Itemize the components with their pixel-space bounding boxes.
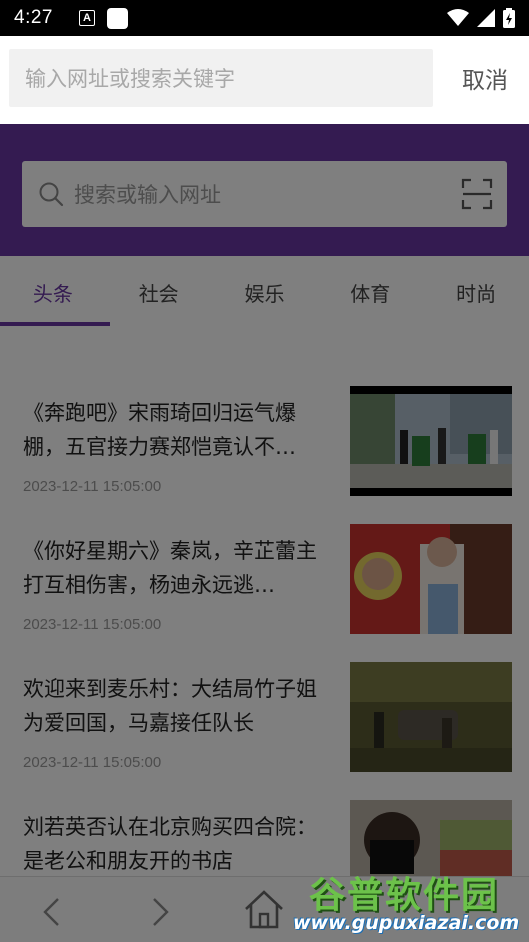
notification-a-icon: A	[78, 10, 95, 26]
status-time: 4:27	[14, 7, 53, 28]
cancel-button[interactable]: 取消	[450, 49, 520, 107]
status-bar: 4:27 A	[0, 0, 529, 36]
wifi-icon	[447, 9, 469, 26]
search-overlay-bar: 输入网址或搜索关键字 取消	[0, 36, 529, 124]
cellular-signal-icon	[477, 9, 495, 27]
watermark-title: 谷普软件园	[309, 875, 500, 916]
notification-square-icon	[106, 7, 128, 29]
url-search-input[interactable]: 输入网址或搜索关键字	[9, 49, 433, 107]
modal-backdrop[interactable]	[0, 124, 529, 942]
browser-screen: 4:27 A 搜索或输入网址 头条 社会	[0, 0, 529, 942]
battery-icon	[503, 8, 515, 28]
watermark-url: www.gupuxiazai.com	[293, 912, 520, 934]
site-watermark-logo: 谷普软件园 www.gupuxiazai.com	[289, 864, 529, 942]
